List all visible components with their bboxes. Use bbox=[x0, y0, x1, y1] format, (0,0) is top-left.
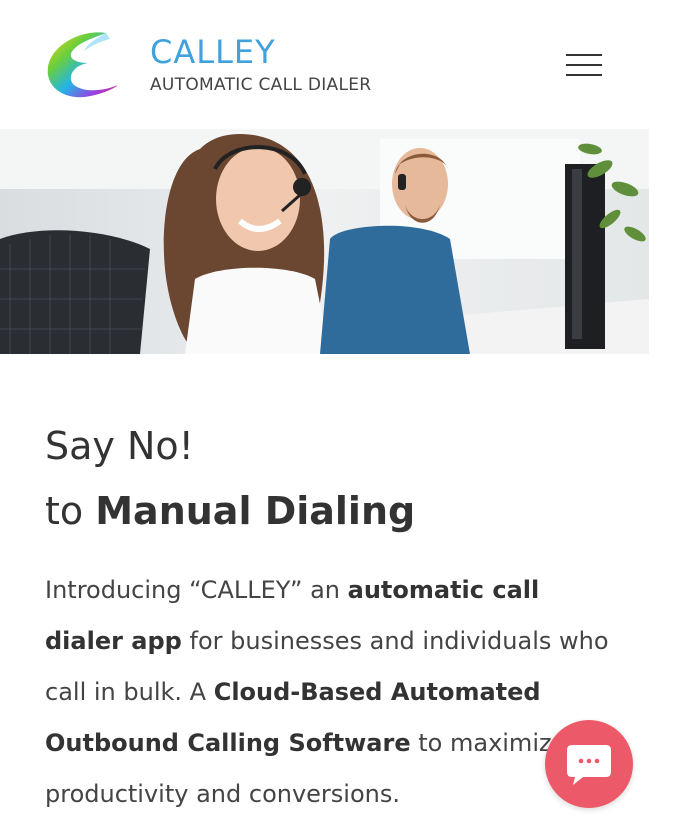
headline-line-1: Say No! bbox=[45, 424, 194, 468]
headline-line-2: to Manual Dialing bbox=[45, 486, 415, 536]
site-header: CALLEY AUTOMATIC CALL DIALER bbox=[0, 0, 675, 129]
calley-logo-icon[interactable] bbox=[44, 29, 120, 101]
menu-bar bbox=[566, 64, 602, 66]
hamburger-menu-icon[interactable] bbox=[562, 50, 606, 80]
brand-tagline: AUTOMATIC CALL DIALER bbox=[150, 75, 372, 95]
chat-button[interactable] bbox=[545, 720, 633, 808]
intro-text: Introducing “CALLEY” an bbox=[45, 576, 348, 604]
headline-emphasis: Manual Dialing bbox=[95, 489, 416, 533]
hero-image bbox=[0, 129, 649, 354]
brand-name[interactable]: CALLEY bbox=[150, 32, 276, 72]
intro-paragraph: Introducing “CALLEY” an automatic call d… bbox=[45, 565, 625, 820]
menu-bar bbox=[566, 74, 602, 76]
chat-bubble-icon bbox=[567, 745, 611, 785]
menu-bar bbox=[566, 54, 602, 56]
headline-prefix: to bbox=[45, 489, 96, 533]
